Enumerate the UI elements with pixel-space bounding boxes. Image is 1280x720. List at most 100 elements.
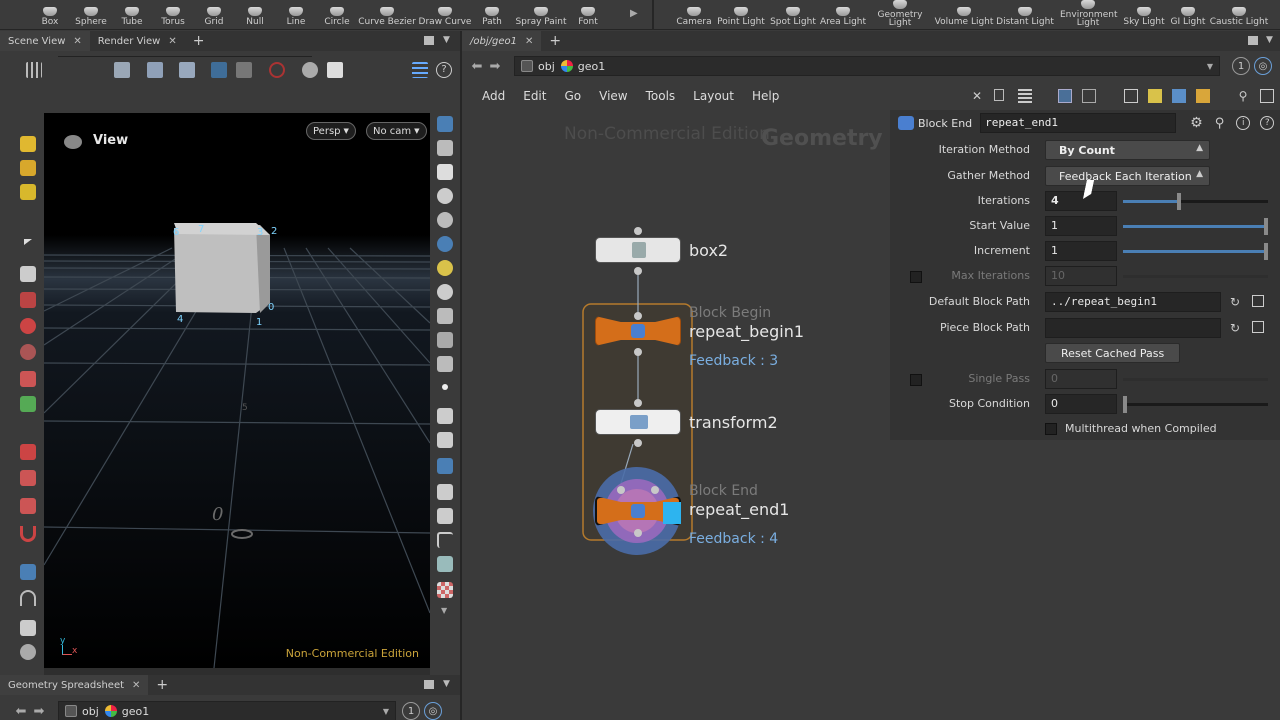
display-list-icon[interactable] <box>412 62 428 78</box>
menu-help[interactable]: Help <box>752 89 779 103</box>
no-entry-icon[interactable] <box>269 62 285 78</box>
snap-magnet-icon[interactable] <box>20 526 36 542</box>
chevron-down-icon[interactable]: ▼ <box>443 35 450 45</box>
camera-icon[interactable] <box>64 135 82 149</box>
close-icon[interactable]: ✕ <box>168 36 176 47</box>
shelf-spray-paint-tool[interactable]: Spray Paint <box>514 0 568 30</box>
node-output-connector[interactable] <box>634 267 642 275</box>
path-segment-obj[interactable]: obj <box>65 705 99 718</box>
uv-icon[interactable] <box>437 556 453 572</box>
node-output-connector[interactable] <box>634 529 642 537</box>
magnet-tool-icon[interactable] <box>20 444 36 460</box>
checker-icon[interactable] <box>437 582 453 598</box>
normals-icon[interactable] <box>437 408 453 424</box>
increment-field[interactable]: 1 <box>1045 241 1117 261</box>
wrench-icon[interactable]: ✕ <box>970 89 984 103</box>
close-icon[interactable]: ✕ <box>525 36 533 47</box>
iteration-method-dropdown[interactable]: By Count ▲ <box>1045 140 1210 160</box>
shelf-path-tool[interactable]: Path <box>477 0 507 30</box>
refresh-icon[interactable]: ↻ <box>1228 321 1242 335</box>
add-tab-icon[interactable]: + <box>148 677 176 693</box>
pin-button[interactable]: 1 <box>402 702 420 720</box>
node-input-connector[interactable] <box>634 312 642 320</box>
pane-menu-icon[interactable] <box>424 680 434 689</box>
view-tool-icon[interactable] <box>20 564 36 580</box>
path-segment-geo[interactable]: geo1 <box>560 60 605 73</box>
shelf-circle-tool[interactable]: Circle <box>320 0 354 30</box>
shelf-caustic-light-tool[interactable]: Caustic Light <box>1210 0 1268 30</box>
chevron-down-icon[interactable]: ▼ <box>441 606 447 615</box>
viewport-scrollbar[interactable] <box>44 668 430 675</box>
node-box2[interactable] <box>595 237 681 263</box>
add-tab-icon[interactable]: + <box>185 33 213 49</box>
shelf-tube-tool[interactable]: Tube <box>116 0 148 30</box>
back-arrow-icon[interactable]: ⬅ <box>14 704 28 719</box>
3d-viewport[interactable]: 0 5 View Persp ▼ No cam ▼ 6 7 3 2 4 1 0 y … <box>44 113 430 668</box>
paint-tool-icon[interactable] <box>20 620 36 636</box>
default-block-path-field[interactable]: ../repeat_begin1 <box>1045 292 1221 312</box>
headlight-icon[interactable] <box>437 284 453 300</box>
menu-view[interactable]: View <box>599 89 627 103</box>
back-arrow-icon[interactable]: ⬅ <box>470 59 484 74</box>
select-arrow-icon[interactable] <box>24 239 32 245</box>
point-numbers-icon[interactable] <box>437 458 453 474</box>
sculpt-tool-icon[interactable] <box>20 498 36 514</box>
reset-cached-pass-button[interactable]: Reset Cached Pass <box>1045 343 1181 363</box>
chevron-down-icon[interactable]: ▼ <box>443 679 450 689</box>
tab-geometry-spreadsheet[interactable]: Geometry Spreadsheet ✕ <box>0 675 149 695</box>
pin-button[interactable]: 1 <box>1232 57 1250 75</box>
shelf-line-tool[interactable]: Line <box>280 0 312 30</box>
search-icon[interactable]: ⚲ <box>1215 116 1225 131</box>
path-field[interactable]: obj geo1 ▼ <box>58 701 396 720</box>
node-input-connector[interactable] <box>634 227 642 235</box>
shelf-point-light-tool[interactable]: Point Light <box>717 0 765 30</box>
slider-handle[interactable] <box>1264 218 1268 235</box>
select-primitives-icon[interactable] <box>211 62 227 78</box>
edit-icon[interactable] <box>437 432 453 448</box>
snapshot-icon[interactable] <box>327 62 343 78</box>
gather-method-dropdown[interactable]: Feedback Each Iteration ▲ <box>1045 166 1210 186</box>
perspective-menu-button[interactable]: Persp ▼ <box>306 122 356 140</box>
camera-menu-button[interactable]: No cam ▼ <box>366 122 427 140</box>
orbit-icon[interactable] <box>20 590 36 606</box>
node-output-connector[interactable] <box>634 439 642 447</box>
pane-menu-icon[interactable] <box>1248 36 1258 45</box>
visibility-icon[interactable] <box>302 62 318 78</box>
select-points-icon[interactable] <box>147 62 163 78</box>
guide-icon[interactable] <box>437 532 453 548</box>
point-display-icon[interactable] <box>442 384 448 390</box>
shelf-environment-light-tool[interactable]: Environment Light <box>1060 0 1117 30</box>
brush-tool-icon[interactable] <box>20 160 36 176</box>
start-value-slider[interactable] <box>1123 218 1268 235</box>
scale-tool-icon[interactable] <box>20 344 36 360</box>
info-icon[interactable]: i <box>1236 116 1251 130</box>
lock-icon[interactable] <box>20 266 36 282</box>
shading-icon[interactable] <box>437 188 453 204</box>
shelf-torus-tool[interactable]: Torus <box>156 0 190 30</box>
handle-tool-icon[interactable] <box>20 136 36 152</box>
pose-tool-icon[interactable] <box>20 371 36 387</box>
move-tool-icon[interactable] <box>20 292 36 308</box>
background-icon[interactable] <box>437 308 453 324</box>
shelf-distant-light-tool[interactable]: Distant Light <box>996 0 1054 30</box>
pane-menu-icon[interactable] <box>424 36 434 45</box>
single-pass-checkbox[interactable] <box>910 374 922 386</box>
shelf-volume-light-tool[interactable]: Volume Light <box>935 0 993 30</box>
image-icon[interactable] <box>1172 89 1186 103</box>
shelf-spot-light-tool[interactable]: Spot Light <box>770 0 816 30</box>
edit-tool-icon[interactable] <box>20 396 36 412</box>
camera-icon[interactable] <box>1260 89 1274 103</box>
sticky-note-icon[interactable] <box>1148 89 1162 103</box>
node-input-connector[interactable] <box>617 486 625 494</box>
add-tab-icon[interactable]: + <box>541 33 569 49</box>
stop-condition-slider[interactable] <box>1123 396 1268 413</box>
path-segment-geo[interactable]: geo1 <box>104 705 149 718</box>
folder-icon[interactable] <box>1196 89 1210 103</box>
grid-view-icon[interactable] <box>1058 89 1072 103</box>
chevron-down-icon[interactable]: ▼ <box>383 707 389 716</box>
pane-splitter[interactable] <box>460 31 462 720</box>
piece-block-path-field[interactable] <box>1045 318 1221 338</box>
tile-view-icon[interactable] <box>1082 89 1096 103</box>
tab-network-geo1[interactable]: /obj/geo1 ✕ <box>462 31 542 51</box>
node-input-connector[interactable] <box>634 399 642 407</box>
